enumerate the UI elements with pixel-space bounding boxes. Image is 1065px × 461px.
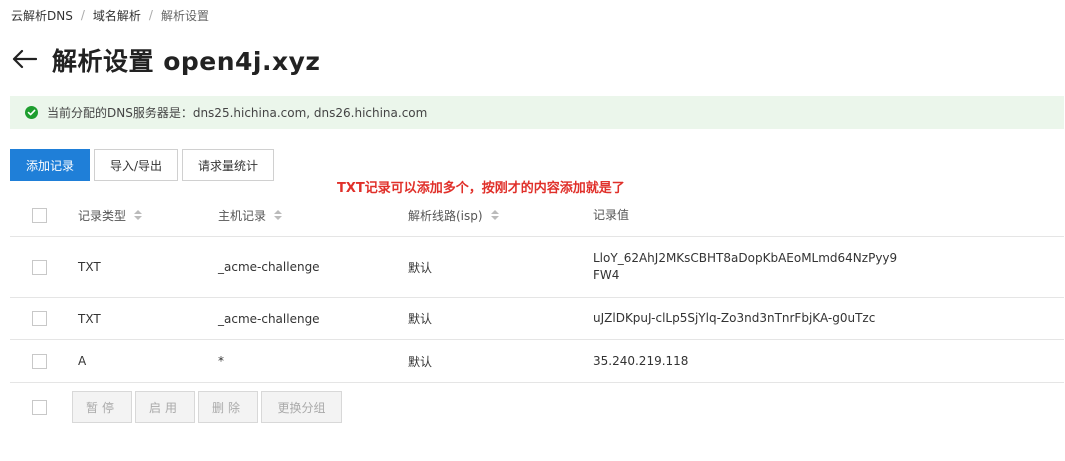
column-label-type: 记录类型 bbox=[78, 208, 127, 223]
column-label-line: 解析线路(isp) bbox=[408, 208, 483, 223]
row-select-cell bbox=[32, 298, 47, 339]
enable-button[interactable]: 启用 bbox=[135, 391, 195, 423]
record-type: TXT bbox=[78, 260, 101, 274]
table-row: TXT _acme-challenge 默认 LloY_62AhJ2MKsCBH… bbox=[10, 237, 1064, 298]
record-host: _acme-challenge bbox=[218, 311, 320, 326]
column-label-value: 记录值 bbox=[593, 207, 630, 222]
record-type: TXT bbox=[78, 311, 101, 326]
column-header-value: 记录值 bbox=[593, 194, 629, 236]
notice-text: 当前分配的DNS服务器是：dns25.hichina.com, dns26.hi… bbox=[47, 106, 428, 120]
batch-select-checkbox[interactable] bbox=[32, 400, 47, 415]
breadcrumb-item-resolution-settings: 解析设置 bbox=[160, 8, 209, 23]
records-table: 记录类型 主机记录 解析线路(isp) 记录值 TXT _acme-challe… bbox=[10, 194, 1064, 383]
column-header-host[interactable]: 主机记录 bbox=[218, 194, 283, 236]
record-type: A bbox=[78, 354, 87, 368]
import-export-button[interactable]: 导入/导出 bbox=[94, 149, 178, 181]
table-row: A * 默认 35.240.219.118 bbox=[10, 340, 1064, 383]
column-label-host: 主机记录 bbox=[218, 208, 267, 223]
select-all-checkbox[interactable] bbox=[32, 207, 47, 223]
select-all-cell bbox=[32, 194, 47, 236]
row-checkbox[interactable] bbox=[32, 353, 47, 369]
toolbar: 添加记录 导入/导出 请求量统计 bbox=[10, 149, 278, 181]
sort-icon[interactable] bbox=[274, 210, 283, 220]
pause-button[interactable]: 暂停 bbox=[72, 391, 132, 423]
record-line: 默认 bbox=[408, 354, 433, 369]
delete-button[interactable]: 删除 bbox=[198, 391, 258, 423]
record-host: * bbox=[218, 354, 224, 368]
column-header-type[interactable]: 记录类型 bbox=[78, 194, 143, 236]
change-group-button[interactable]: 更换分组 bbox=[261, 391, 342, 423]
record-host: _acme-challenge bbox=[218, 260, 320, 274]
sort-icon[interactable] bbox=[134, 210, 143, 220]
breadcrumb-item-domain-resolution[interactable]: 域名解析 bbox=[93, 7, 141, 24]
breadcrumb: 云解析DNS / 域名解析 / 解析设置 bbox=[11, 7, 209, 23]
check-circle-icon bbox=[25, 106, 38, 119]
record-line: 默认 bbox=[408, 260, 433, 275]
record-value-line: FW4 bbox=[593, 268, 620, 282]
row-checkbox[interactable] bbox=[32, 311, 47, 326]
record-value: 35.240.219.118 bbox=[593, 353, 689, 368]
record-line: 默认 bbox=[408, 312, 433, 326]
request-stats-button[interactable]: 请求量统计 bbox=[182, 149, 274, 181]
record-value-line: LloY_62AhJ2MKsCBHT8aDopKbAEoMLmd64NzPyy9 bbox=[593, 251, 898, 265]
batch-actions: 暂停 启用 删除 更换分组 bbox=[10, 391, 610, 423]
row-select-cell bbox=[32, 340, 47, 382]
breadcrumb-item-dns[interactable]: 云解析DNS bbox=[11, 7, 73, 24]
row-select-cell bbox=[32, 237, 47, 297]
add-record-button[interactable]: 添加记录 bbox=[10, 149, 90, 181]
title-row: 解析设置 open4j.xyz bbox=[10, 42, 320, 78]
column-header-line[interactable]: 解析线路(isp) bbox=[408, 194, 499, 236]
breadcrumb-separator: / bbox=[80, 8, 85, 22]
sort-icon[interactable] bbox=[490, 210, 499, 220]
record-value: LloY_62AhJ2MKsCBHT8aDopKbAEoMLmd64NzPyy9… bbox=[593, 237, 897, 297]
breadcrumb-separator: / bbox=[148, 8, 153, 22]
dns-server-notice: 当前分配的DNS服务器是：dns25.hichina.com, dns26.hi… bbox=[10, 96, 1064, 129]
table-header: 记录类型 主机记录 解析线路(isp) 记录值 bbox=[10, 194, 1064, 237]
row-checkbox[interactable] bbox=[32, 259, 47, 275]
page-title: 解析设置 open4j.xyz bbox=[52, 47, 321, 76]
back-button[interactable] bbox=[10, 46, 38, 74]
record-value: uJZlDKpuJ-clLp5SjYlq-Zo3nd3nTnrFbjKA-g0u… bbox=[593, 311, 876, 325]
arrow-left-icon bbox=[11, 49, 38, 72]
table-row: TXT _acme-challenge 默认 uJZlDKpuJ-clLp5Sj… bbox=[10, 298, 1064, 340]
